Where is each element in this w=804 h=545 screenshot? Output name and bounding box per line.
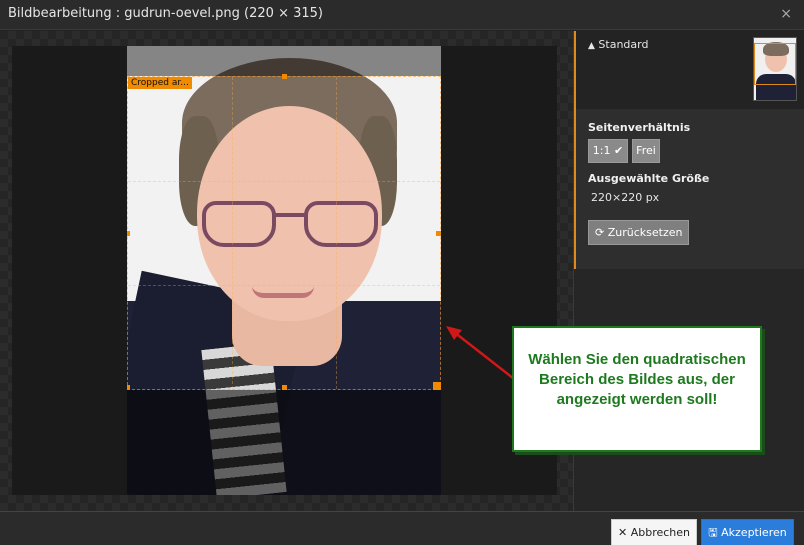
cancel-button[interactable]: ✕ Abbrechen [611,519,697,545]
image-stage: Cropped ar... [12,46,557,495]
instruction-callout: Wählen Sie den quadratischen Bereich des… [512,326,762,452]
chevron-up-icon: ▲ [588,41,595,51]
preset-standard[interactable]: ▲ Standard [588,38,648,51]
close-icon[interactable]: × [780,6,792,22]
crop-handle-right[interactable] [436,231,441,236]
crop-canvas: Cropped ar... [0,31,573,511]
aspect-ratio-label: Seitenverhältnis [588,121,691,134]
crop-handle-bottom-left[interactable] [127,385,130,390]
crop-grid-line [128,285,440,286]
crop-selection[interactable]: Cropped ar... [127,74,441,390]
crop-handle-left[interactable] [127,231,130,236]
reset-button[interactable]: ⟳ Zurücksetzen [588,220,690,245]
crop-mask-top [127,46,441,76]
preset-section[interactable]: ▲ Standard [574,31,804,109]
selected-size-value: 220×220 px [591,191,660,204]
preview-thumbnail [753,37,797,101]
accept-button[interactable]: 🖫 Akzeptieren [701,519,794,545]
image-editor-dialog: Bildbearbeitung : gudrun-oevel.png (220 … [0,0,804,545]
callout-arrow [446,326,519,383]
close-icon: ✕ [617,526,628,539]
dialog-titlebar: Bildbearbeitung : gudrun-oevel.png (220 … [0,0,804,30]
portrait-photo[interactable]: Cropped ar... [127,46,441,495]
selected-size-label: Ausgewählte Größe [588,172,710,185]
crop-grid-line [336,77,337,389]
crop-handle-bottom[interactable] [282,385,287,390]
cancel-label: Abbrechen [630,526,690,539]
accept-label: Akzeptieren [721,526,787,539]
dialog-title: Bildbearbeitung : gudrun-oevel.png (220 … [8,6,323,21]
refresh-icon: ⟳ [595,226,605,239]
crop-label: Cropped ar... [128,77,192,89]
ratio-free-button[interactable]: Frei [632,139,660,163]
ratio-1-1-button[interactable]: 1:1 ✔ [588,139,628,163]
preset-label: Standard [598,38,649,51]
save-icon: 🖫 [708,526,718,539]
crop-grid-line [128,181,440,182]
crop-settings-section: Seitenverhältnis 1:1 ✔ Frei Ausgewählte … [574,109,804,269]
crop-handle-top[interactable] [282,74,287,79]
callout-text: Wählen Sie den quadratischen Bereich des… [528,351,746,408]
dialog-footer: ✕ Abbrechen 🖫 Akzeptieren [0,511,804,545]
thumbnail-crop-frame [754,43,796,85]
crop-grid-line [232,77,233,389]
crop-mask-bottom [127,390,441,495]
reset-label: Zurücksetzen [607,226,683,239]
